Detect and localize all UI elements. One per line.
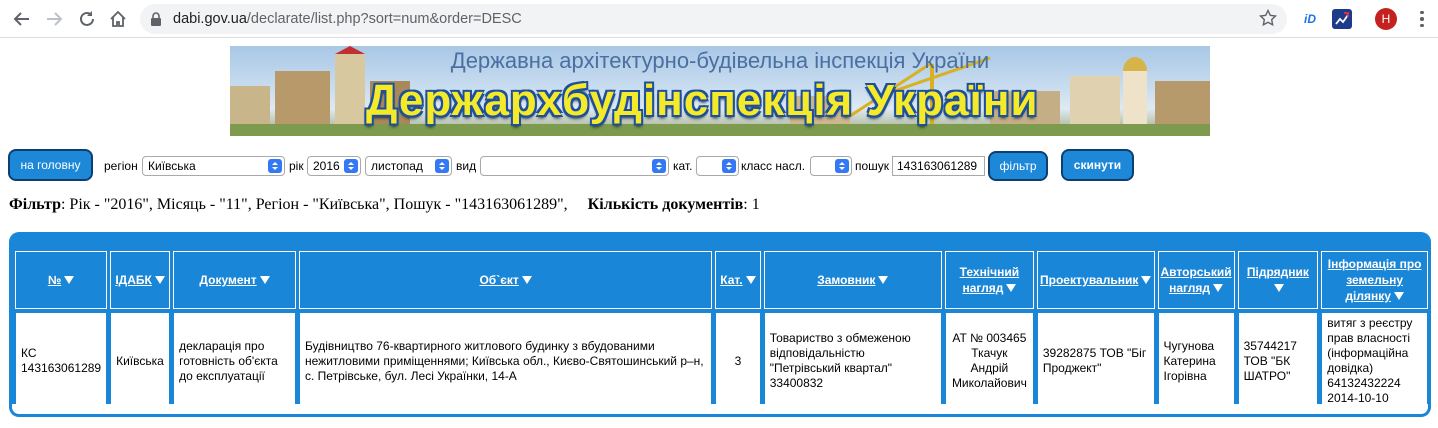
site-banner: Державна архітектурно-будівельна інспекц… <box>230 46 1210 136</box>
column-header-document[interactable]: Документ <box>173 251 297 309</box>
table-row: КС 143163061289 Київська декларація про … <box>15 312 1428 410</box>
month-select[interactable]: листопад <box>365 156 452 176</box>
column-header-category[interactable]: Кат. <box>715 251 761 309</box>
cell-number: КС 143163061289 <box>15 312 108 410</box>
column-header-customer[interactable]: Замовник <box>763 251 942 309</box>
column-header-contractor[interactable]: Підрядник <box>1237 251 1319 309</box>
column-header-idabk[interactable]: ІДАБК <box>110 251 171 309</box>
banner-title: Держархбудінспекція України <box>366 76 1039 125</box>
category-label: кат. <box>673 159 693 173</box>
sort-arrow-icon <box>154 276 165 284</box>
search-input[interactable]: 143163061289 <box>892 156 985 176</box>
home-page-button[interactable]: на головну <box>8 149 93 181</box>
filter-summary: Фільтр: Рік - "2016", Місяць - "11", Рег… <box>9 196 760 213</box>
sort-arrow-icon <box>1274 284 1285 292</box>
cell-technical-supervision: АТ № 003465 Ткачук Андрій Миколайович <box>944 312 1034 410</box>
sort-arrow-icon <box>521 276 532 284</box>
cell-land-info: витяг з реєстру прав власності (інформац… <box>1321 312 1428 410</box>
reset-button[interactable]: скинути <box>1061 149 1134 181</box>
cell-idabk: Київська <box>110 312 171 410</box>
search-label: пошук <box>855 159 890 173</box>
bookmark-star-icon[interactable] <box>1258 8 1278 32</box>
forward-arrow-icon[interactable] <box>42 7 66 31</box>
banner-subtitle: Державна архітектурно-будівельна інспекц… <box>450 48 990 73</box>
year-select[interactable]: 2016 <box>307 156 361 176</box>
cell-designer: 39282875 ТОВ "Біг Проджект" <box>1036 312 1155 410</box>
extension-chart-icon[interactable] <box>1332 9 1352 29</box>
results-table-container: № ІДАБК Документ Об`єкт Кат. Замовник Те… <box>9 232 1431 417</box>
extension-id-icon[interactable]: iD <box>1300 9 1320 29</box>
url-text: dabi.gov.ua/declarate/list.php?sort=num&… <box>173 11 522 27</box>
column-header-designer[interactable]: Проектувальник <box>1036 251 1155 309</box>
table-header-row: № ІДАБК Документ Об`єкт Кат. Замовник Те… <box>15 251 1428 309</box>
column-header-land-info[interactable]: Інформація про земельну ділянку <box>1321 251 1428 309</box>
column-header-author-supervision[interactable]: Авторський нагляд <box>1157 251 1235 309</box>
type-label: вид <box>456 159 477 173</box>
address-bar[interactable]: dabi.gov.ua/declarate/list.php?sort=num&… <box>140 4 1287 34</box>
sort-arrow-icon <box>1141 276 1152 284</box>
sort-arrow-icon <box>1006 284 1017 292</box>
sort-arrow-icon <box>745 276 756 284</box>
home-icon[interactable] <box>106 7 130 31</box>
browser-toolbar: dabi.gov.ua/declarate/list.php?sort=num&… <box>0 0 1438 38</box>
sort-arrow-icon <box>1393 292 1404 300</box>
results-table: № ІДАБК Документ Об`єкт Кат. Замовник Те… <box>12 248 1431 413</box>
cell-author-supervision: Чугунова Катерина Ігорівна <box>1157 312 1235 410</box>
select-chevron-icon <box>652 159 666 173</box>
cell-category: 3 <box>715 312 761 410</box>
column-header-number[interactable]: № <box>15 251 108 309</box>
filter-button[interactable]: фільтр <box>988 151 1048 181</box>
sort-arrow-icon <box>259 276 270 284</box>
category-select[interactable] <box>696 156 739 176</box>
back-arrow-icon[interactable] <box>10 7 34 31</box>
region-label: регіон <box>104 159 138 173</box>
reload-icon[interactable] <box>75 7 99 31</box>
sort-arrow-icon <box>878 276 889 284</box>
cell-document: декларація про готовність об'єкта до екс… <box>173 312 297 410</box>
lock-icon <box>150 12 162 31</box>
type-select[interactable] <box>480 156 669 176</box>
cell-object: Будівництво 76-квартирного житлового буд… <box>299 312 713 410</box>
year-label: рік <box>289 159 304 173</box>
sort-arrow-icon <box>1212 284 1223 292</box>
browser-menu-icon[interactable] <box>1412 9 1432 29</box>
select-chevron-icon <box>268 159 282 173</box>
region-select[interactable]: Київська <box>142 156 285 176</box>
column-header-object[interactable]: Об`єкт <box>299 251 713 309</box>
table-footer <box>12 404 1428 414</box>
class-label: класс насл. <box>741 159 806 173</box>
select-chevron-icon <box>435 159 449 173</box>
sort-arrow-icon <box>64 276 75 284</box>
cell-customer: Товариство з обмеженою відповідальністю … <box>763 312 942 410</box>
select-chevron-icon <box>344 159 358 173</box>
select-chevron-icon <box>722 159 736 173</box>
class-select[interactable] <box>810 156 852 176</box>
cell-contractor: 35744217 ТОВ "БК ШАТРО" <box>1237 312 1319 410</box>
select-chevron-icon <box>835 159 849 173</box>
profile-avatar[interactable]: Н <box>1375 8 1397 30</box>
column-header-technical-supervision[interactable]: Технічний нагляд <box>944 251 1034 309</box>
